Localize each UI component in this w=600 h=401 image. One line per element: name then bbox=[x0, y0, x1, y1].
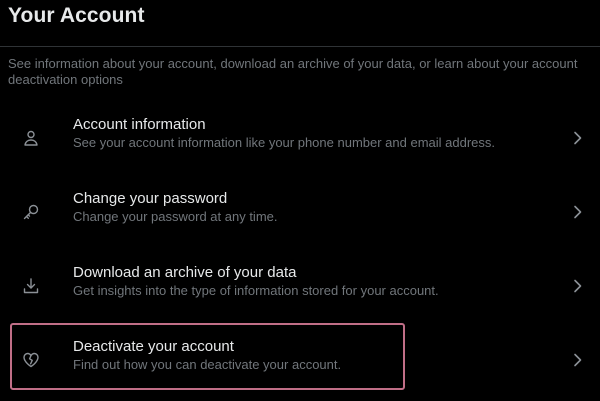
header-divider bbox=[0, 46, 600, 47]
key-icon bbox=[22, 203, 40, 221]
menu-item-deactivate-account[interactable]: Deactivate your account Find out how you… bbox=[0, 324, 600, 396]
page-description: See information about your account, down… bbox=[8, 56, 578, 87]
menu-item-label: Deactivate your account bbox=[73, 338, 234, 355]
menu-item-label: Change your password bbox=[73, 190, 228, 207]
chevron-right-icon bbox=[570, 130, 584, 146]
menu-item-description: See your account information like your p… bbox=[73, 135, 496, 150]
person-icon bbox=[22, 129, 40, 147]
menu-item-description: Find out how you can deactivate your acc… bbox=[73, 357, 342, 372]
menu-item-label: Download an archive of your data bbox=[73, 264, 297, 281]
menu-item-download-archive[interactable]: Download an archive of your data Get ins… bbox=[0, 250, 600, 322]
chevron-right-icon bbox=[570, 278, 584, 294]
menu-item-label: Account information bbox=[73, 116, 206, 133]
menu-item-change-password[interactable]: Change your password Change your passwor… bbox=[0, 176, 600, 248]
chevron-right-icon bbox=[570, 352, 584, 368]
chevron-right-icon bbox=[570, 204, 584, 220]
download-icon bbox=[22, 277, 40, 295]
menu-item-description: Change your password at any time. bbox=[73, 209, 278, 224]
page-title: Your Account bbox=[8, 4, 145, 27]
broken-heart-icon bbox=[22, 351, 40, 369]
menu-item-account-information[interactable]: Account information See your account inf… bbox=[0, 102, 600, 174]
menu-item-description: Get insights into the type of informatio… bbox=[73, 283, 439, 298]
